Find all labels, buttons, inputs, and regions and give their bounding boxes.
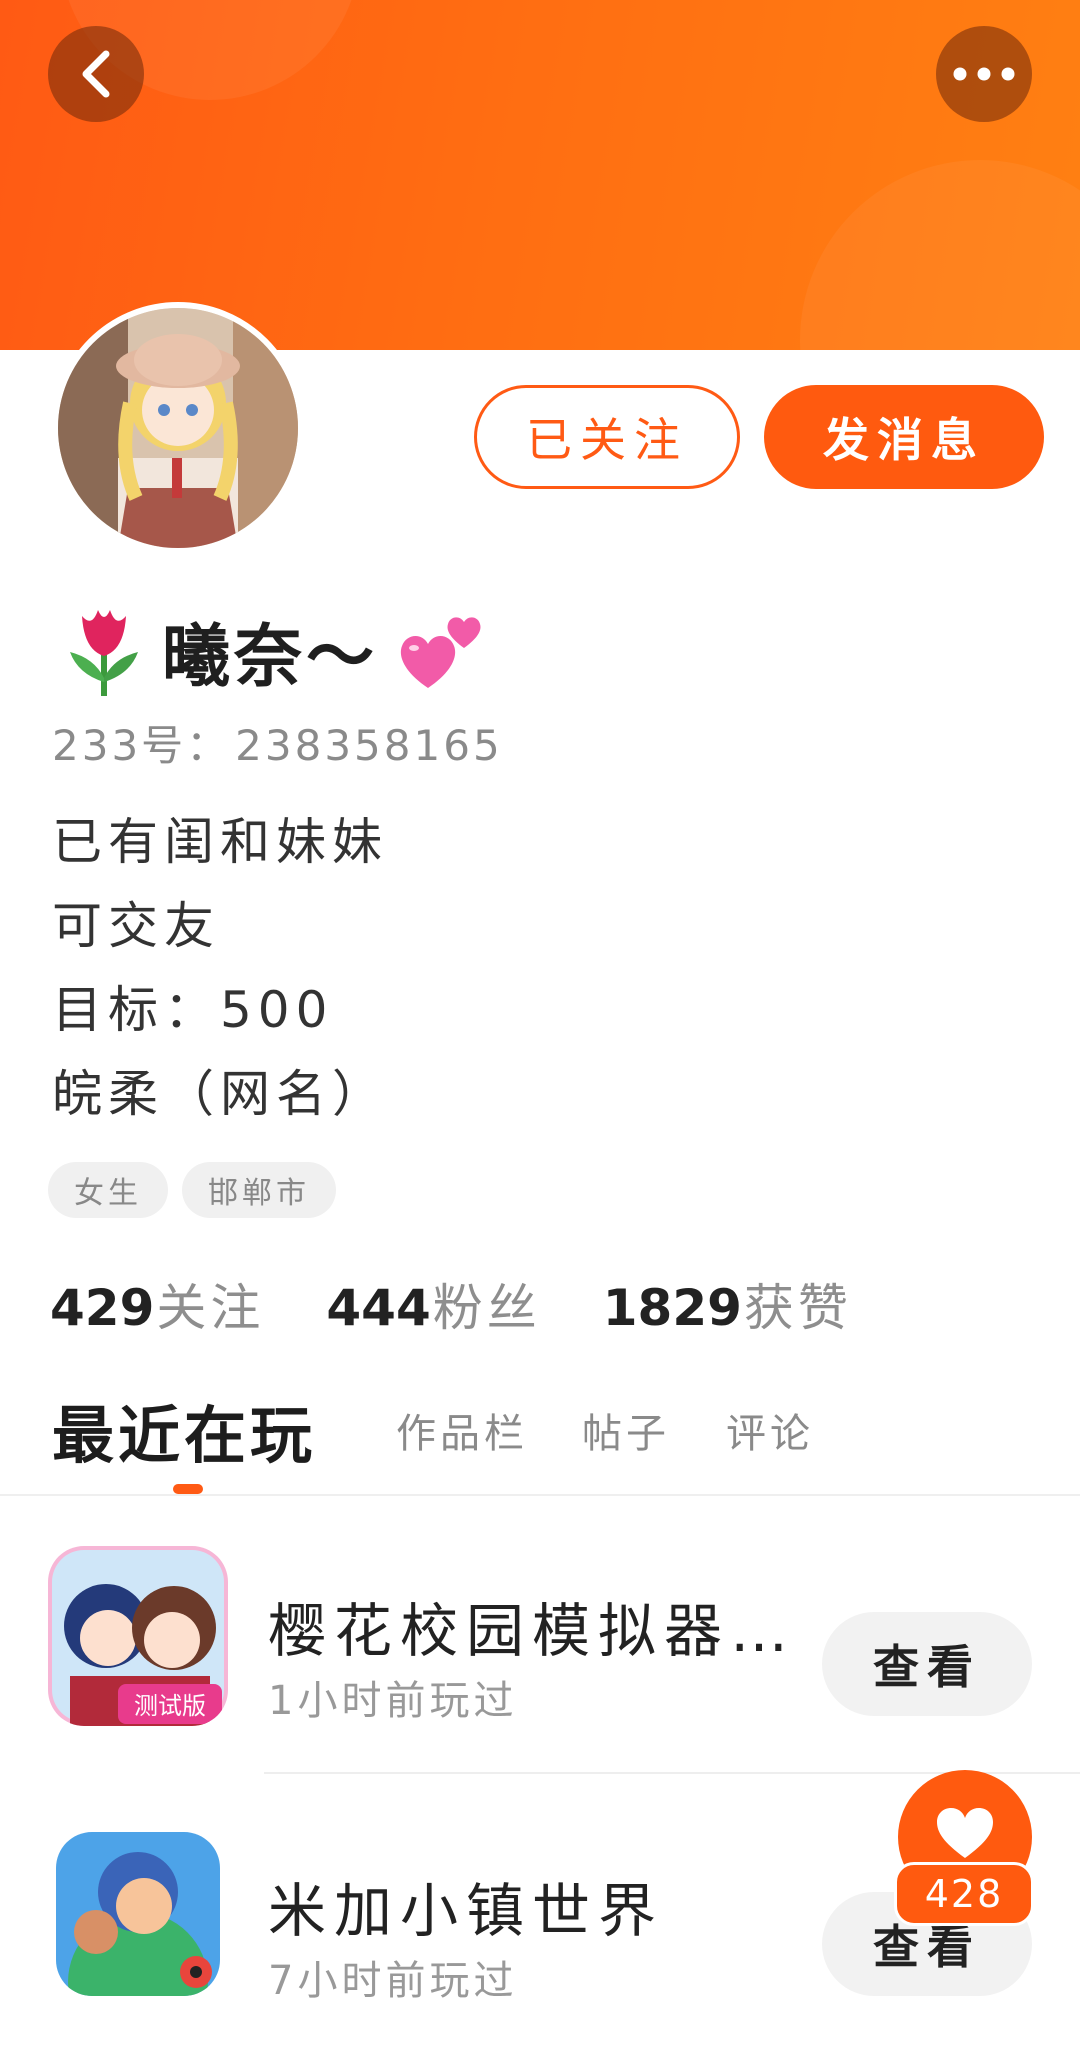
followers-label: 粉丝: [432, 1279, 541, 1337]
bio-line: 可交友: [52, 897, 220, 955]
two-hearts-icon: [394, 600, 490, 700]
banner-decoration: [800, 160, 1080, 350]
following-stat[interactable]: 429 关注: [50, 1268, 264, 1340]
tulip-icon: [56, 600, 152, 700]
following-count: 429: [50, 1279, 155, 1337]
list-item[interactable]: 测试版 樱花校园模拟器… 1小时前玩过 查看: [0, 1528, 1080, 1778]
more-dots-icon: [953, 67, 1015, 81]
following-label: 关注: [156, 1279, 265, 1337]
heart-icon: [937, 1808, 993, 1858]
game-title: 樱花校园模拟器…: [268, 1597, 797, 1665]
active-tab-indicator: [173, 1484, 203, 1494]
followers-stat[interactable]: 444 粉丝: [326, 1268, 540, 1340]
bio-line: 目标：500: [52, 981, 334, 1039]
user-id-value: 238358165: [235, 721, 503, 770]
bio-line: 已有闺和妹妹: [52, 813, 388, 871]
likes-stat[interactable]: 1829 获赞: [603, 1268, 852, 1340]
more-button[interactable]: [936, 26, 1032, 122]
bio-line: 皖柔（网名）: [52, 1065, 388, 1123]
chevron-left-icon: [82, 50, 110, 98]
likes-label: 获赞: [743, 1279, 852, 1337]
tab-recently-played[interactable]: 最近在玩: [52, 1380, 316, 1480]
back-button[interactable]: [48, 26, 144, 122]
nickname: 曦奈～: [162, 617, 379, 697]
profile-tags: 女生 邯郸市: [48, 1162, 336, 1218]
followed-button[interactable]: 已关注: [474, 385, 740, 489]
last-played-time: 7小时前玩过: [268, 1958, 518, 2004]
profile-stats: 429 关注 444 粉丝 1829 获赞: [50, 1268, 914, 1338]
user-id-label: 233号：: [52, 721, 232, 770]
followers-count: 444: [326, 1279, 431, 1337]
tab-comments[interactable]: 评论: [726, 1380, 814, 1480]
last-played-time: 1小时前玩过: [268, 1678, 518, 1724]
profile-tabs: 最近在玩 作品栏 帖子 评论: [0, 1380, 1080, 1495]
nickname-row: 曦奈～: [56, 600, 490, 700]
like-count-badge: 428: [894, 1862, 1034, 1926]
game-title: 米加小镇世界: [268, 1877, 665, 1945]
user-id: 233号：238358165: [52, 712, 503, 773]
game-icon: [56, 1832, 220, 1996]
location-tag: 邯郸市: [182, 1162, 336, 1218]
tab-posts[interactable]: 帖子: [582, 1380, 670, 1480]
game-icon: 测试版: [48, 1546, 228, 1726]
profile-banner: [0, 0, 1080, 350]
gender-tag: 女生: [48, 1162, 168, 1218]
bio: 已有闺和妹妹 可交友 目标：500 皖柔（网名）: [52, 800, 388, 1136]
tab-works[interactable]: 作品栏: [396, 1380, 528, 1480]
avatar-image: [58, 308, 298, 548]
avatar[interactable]: [52, 302, 304, 554]
divider: [0, 1494, 1080, 1496]
send-message-button[interactable]: 发消息: [764, 385, 1044, 489]
game-icon-badge: 测试版: [134, 1692, 206, 1720]
likes-count: 1829: [602, 1279, 742, 1337]
view-button[interactable]: 查看: [822, 1612, 1032, 1716]
